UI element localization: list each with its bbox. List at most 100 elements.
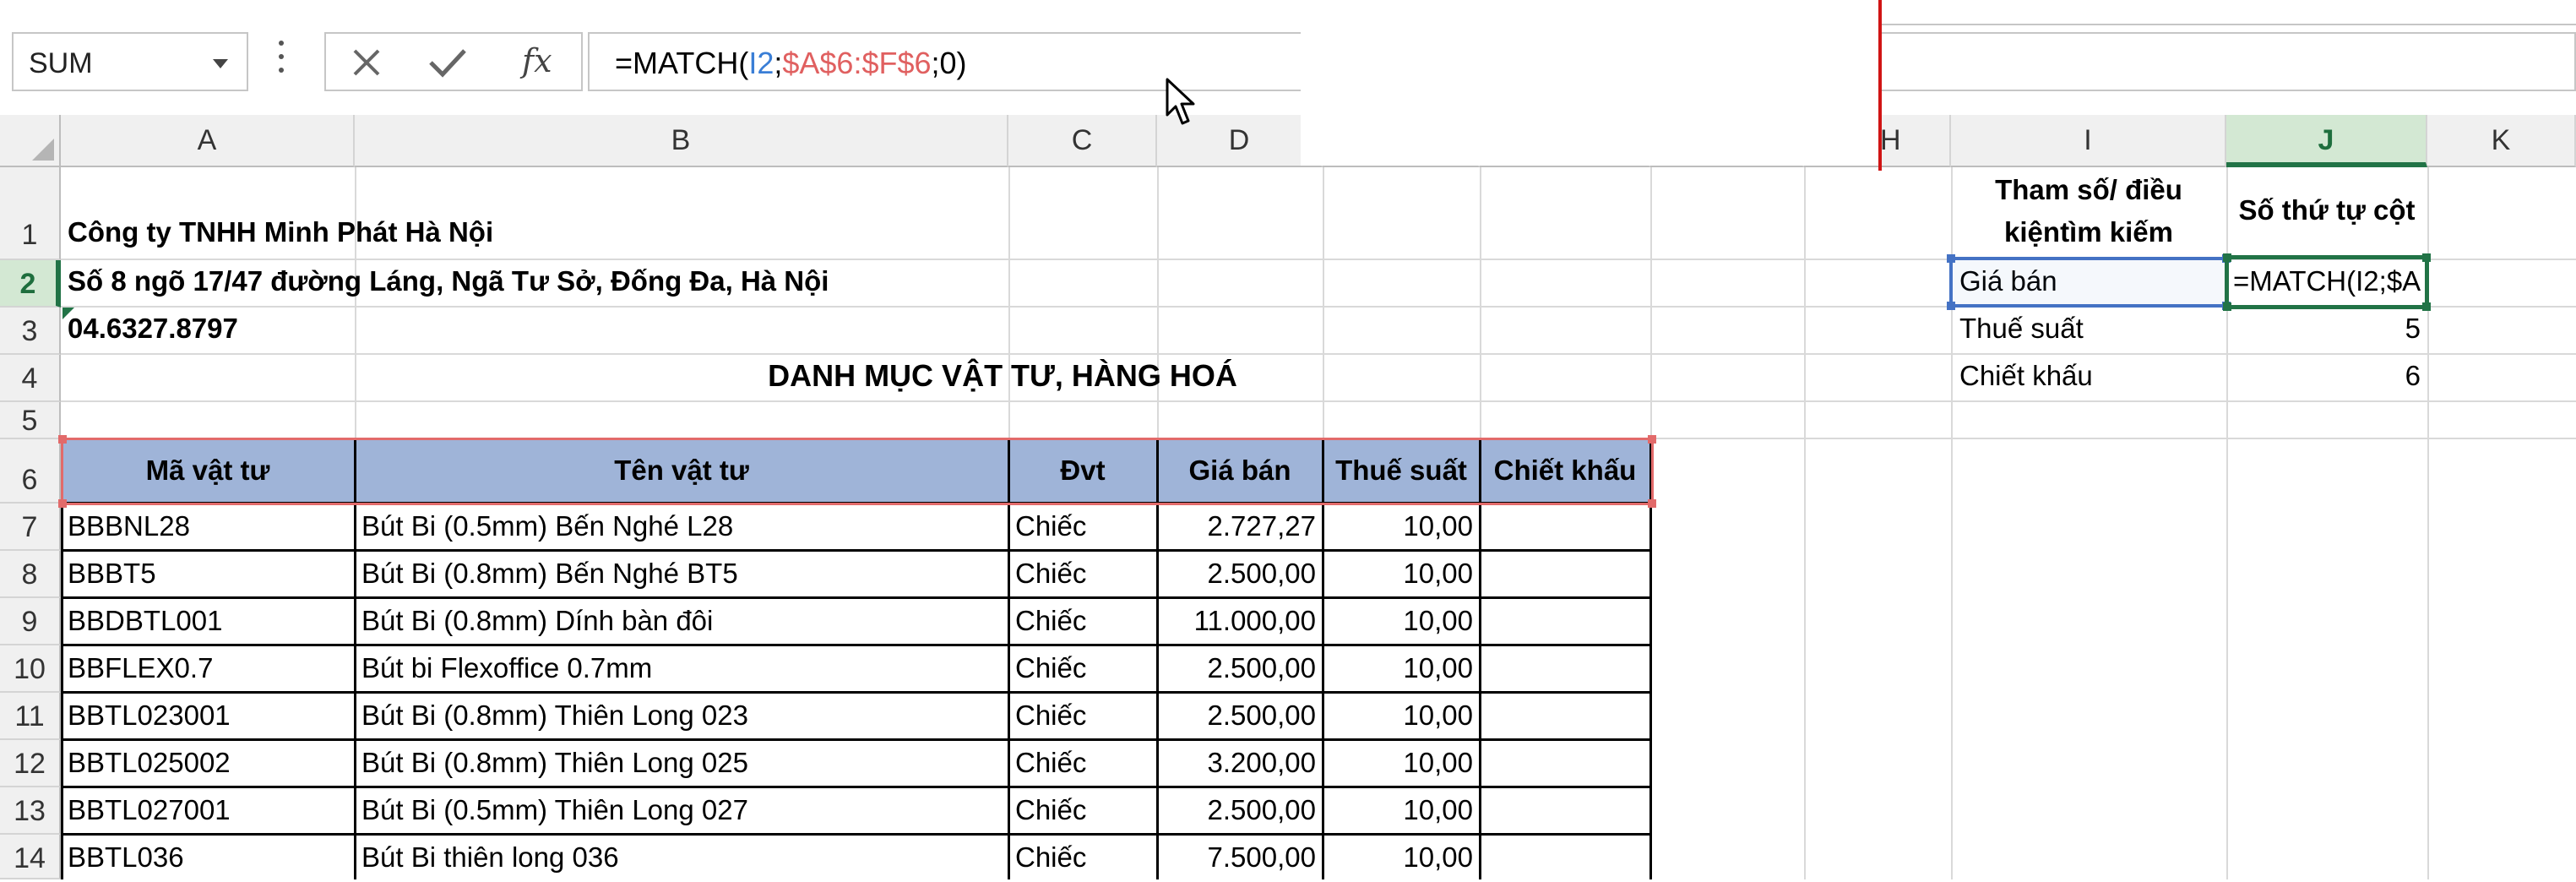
- company-name[interactable]: Công ty TNHH Minh Phát Hà Nội: [62, 210, 992, 259]
- table-border: [1479, 439, 1481, 879]
- formula-part-5: ;0): [931, 46, 967, 80]
- table-cell-ten[interactable]: Bút Bi (0.8mm) Dính bàn đôi: [356, 598, 1007, 645]
- lookup-value-thue-suat[interactable]: 5: [2228, 306, 2426, 353]
- table-cell-gia[interactable]: 2.500,00: [1159, 645, 1321, 693]
- table-cell-gia[interactable]: 2.500,00: [1159, 787, 1321, 835]
- table-cell-gia[interactable]: 2.727,27: [1159, 504, 1321, 551]
- column-header-i[interactable]: I: [1951, 115, 2226, 167]
- row-header-7[interactable]: 7: [0, 504, 61, 551]
- table-cell-gia[interactable]: 2.500,00: [1159, 693, 1321, 740]
- row-header-8[interactable]: 8: [0, 551, 61, 598]
- row-header-2[interactable]: 2: [0, 260, 61, 308]
- cancel-icon[interactable]: [350, 46, 383, 79]
- table-cell-gia[interactable]: 11.000,00: [1159, 598, 1321, 645]
- table-cell-ten[interactable]: Bút Bi (0.5mm) Bến Nghé L28: [356, 504, 1007, 551]
- reference-cell-highlight: [1947, 254, 2231, 310]
- name-box[interactable]: SUM: [12, 32, 248, 91]
- row-header-9[interactable]: 9: [0, 598, 61, 645]
- table-cell-ma[interactable]: BBTL027001: [62, 787, 353, 835]
- table-cell-thue[interactable]: 10,00: [1324, 740, 1478, 787]
- table-cell-ten[interactable]: Bút Bi (0.5mm) Thiên Long 027: [356, 787, 1007, 835]
- enter-check-icon[interactable]: [427, 46, 468, 79]
- table-cell-dvt[interactable]: Chiếc: [1010, 598, 1155, 645]
- row-header-3[interactable]: 3: [0, 308, 61, 355]
- table-cell-dvt[interactable]: Chiếc: [1010, 504, 1155, 551]
- row-header-6[interactable]: 6: [0, 439, 61, 504]
- column-header-k[interactable]: K: [2427, 115, 2576, 167]
- table-border: [61, 833, 1652, 836]
- table-cell-ma[interactable]: BBBNL28: [62, 504, 353, 551]
- lookup-header-param[interactable]: Tham số/ điều kiệntìm kiếm: [1951, 167, 2226, 262]
- table-cell-chiet-khau[interactable]: [1481, 551, 1649, 598]
- table-cell-chiet-khau[interactable]: [1481, 787, 1649, 835]
- table-cell-chiet-khau[interactable]: [1481, 693, 1649, 740]
- name-box-value: SUM: [29, 47, 93, 79]
- company-address[interactable]: Số 8 ngõ 17/47 đường Láng, Ngã Tư Sở, Đố…: [62, 259, 992, 306]
- table-cell-dvt[interactable]: Chiếc: [1010, 693, 1155, 740]
- company-phone[interactable]: 04.6327.8797: [62, 306, 350, 353]
- gridline: [61, 400, 2576, 402]
- table-cell-dvt[interactable]: Chiếc: [1010, 835, 1155, 879]
- table-cell-ma[interactable]: BBTL025002: [62, 740, 353, 787]
- row-header-1[interactable]: 1: [0, 167, 61, 260]
- mouse-pointer-icon: [1166, 78, 1195, 125]
- lookup-label-thue-suat[interactable]: Thuế suất: [1954, 306, 2225, 353]
- table-cell-chiet-khau[interactable]: [1481, 645, 1649, 693]
- table-cell-thue[interactable]: 10,00: [1324, 835, 1478, 879]
- row-header-10[interactable]: 10: [0, 645, 61, 693]
- table-cell-thue[interactable]: 10,00: [1324, 598, 1478, 645]
- formula-text: =MATCH(I2;$A$6:$F$6;0): [615, 46, 967, 81]
- table-cell-thue[interactable]: 10,00: [1324, 693, 1478, 740]
- table-cell-ma[interactable]: BBTL036: [62, 835, 353, 879]
- column-header-b[interactable]: B: [355, 115, 1008, 167]
- table-cell-thue[interactable]: 10,00: [1324, 504, 1478, 551]
- table-border: [61, 738, 1652, 741]
- table-cell-ten[interactable]: Bút Bi thiên long 036: [356, 835, 1007, 879]
- row-header-5[interactable]: 5: [0, 402, 61, 439]
- table-cell-chiet-khau[interactable]: [1481, 740, 1649, 787]
- table-cell-gia[interactable]: 3.200,00: [1159, 740, 1321, 787]
- formula-part-3: ;: [774, 46, 783, 80]
- column-header-a[interactable]: A: [61, 115, 355, 167]
- table-cell-ten[interactable]: Bút bi Flexoffice 0.7mm: [356, 645, 1007, 693]
- table-cell-chiet-khau[interactable]: [1481, 835, 1649, 879]
- table-cell-chiet-khau[interactable]: [1481, 504, 1649, 551]
- row-header-12[interactable]: 12: [0, 740, 61, 787]
- row-header-14[interactable]: 14: [0, 835, 61, 879]
- row-header-11[interactable]: 11: [0, 693, 61, 740]
- lookup-value-chiet-khau[interactable]: 6: [2228, 353, 2426, 400]
- active-cell-selection[interactable]: [2223, 253, 2431, 311]
- table-cell-dvt[interactable]: Chiếc: [1010, 787, 1155, 835]
- lookup-header-column-index[interactable]: Số thứ tự cột: [2226, 188, 2427, 235]
- name-box-dropdown-icon[interactable]: [213, 59, 228, 68]
- table-cell-ma[interactable]: BBTL023001: [62, 693, 353, 740]
- column-header-j[interactable]: J: [2226, 115, 2427, 167]
- table-cell-gia[interactable]: 7.500,00: [1159, 835, 1321, 879]
- table-cell-dvt[interactable]: Chiếc: [1010, 645, 1155, 693]
- select-all-corner[interactable]: [0, 115, 61, 167]
- table-border: [61, 549, 1652, 552]
- table-cell-ma[interactable]: BBDBTL001: [62, 598, 353, 645]
- table-cell-gia[interactable]: 2.500,00: [1159, 551, 1321, 598]
- table-cell-ma[interactable]: BBBT5: [62, 551, 353, 598]
- table-cell-dvt[interactable]: Chiếc: [1010, 740, 1155, 787]
- table-cell-ten[interactable]: Bút Bi (0.8mm) Bến Nghé BT5: [356, 551, 1007, 598]
- table-cell-ten[interactable]: Bút Bi (0.8mm) Thiên Long 023: [356, 693, 1007, 740]
- table-cell-ma[interactable]: BBFLEX0.7: [62, 645, 353, 693]
- lookup-label-chiet-khau[interactable]: Chiết khấu: [1954, 353, 2225, 400]
- table-cell-ten[interactable]: Bút Bi (0.8mm) Thiên Long 025: [356, 740, 1007, 787]
- insert-function-icon[interactable]: fx: [522, 42, 552, 79]
- column-header-c[interactable]: C: [1008, 115, 1157, 167]
- table-cell-thue[interactable]: 10,00: [1324, 551, 1478, 598]
- catalog-title[interactable]: DANH MỤC VẬT TƯ, HÀNG HOÁ: [355, 353, 1650, 400]
- row-header-4[interactable]: 4: [0, 355, 61, 402]
- table-cell-thue[interactable]: 10,00: [1324, 787, 1478, 835]
- table-border: [61, 786, 1652, 788]
- row-header-13[interactable]: 13: [0, 787, 61, 835]
- table-border: [1156, 439, 1159, 879]
- more-options-icon[interactable]: [277, 41, 285, 81]
- table-cell-dvt[interactable]: Chiếc: [1010, 551, 1155, 598]
- table-cell-chiet-khau[interactable]: [1481, 598, 1649, 645]
- gridline: [1804, 167, 1806, 879]
- table-cell-thue[interactable]: 10,00: [1324, 645, 1478, 693]
